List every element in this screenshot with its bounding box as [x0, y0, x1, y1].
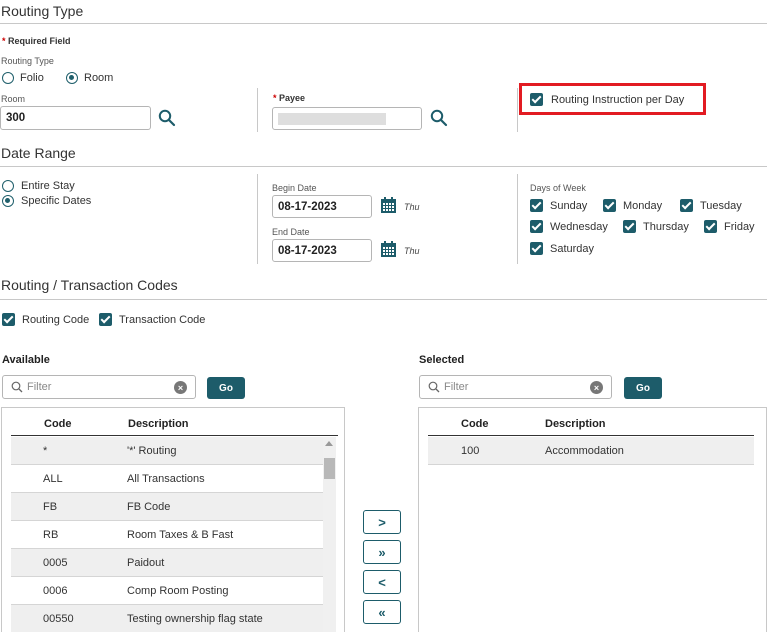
radio-icon	[2, 180, 14, 192]
checkbox-checked-icon	[530, 242, 543, 255]
checkbox-checked-icon	[603, 199, 616, 212]
date-range-title: Date Range	[1, 145, 76, 161]
begin-date-label: Begin Date	[272, 183, 317, 193]
selected-filter-input[interactable]: Filter ×	[419, 375, 612, 399]
checkbox-checked-icon	[530, 220, 543, 233]
column-header-code[interactable]: Code	[461, 418, 489, 430]
end-date-label: End Date	[272, 227, 310, 237]
checkbox-thursday[interactable]: Thursday	[623, 220, 689, 233]
scroll-up-arrow-icon[interactable]	[325, 441, 333, 446]
payee-label: * Payee	[273, 93, 306, 103]
routing-type-title: Routing Type	[1, 3, 84, 19]
calendar-icon[interactable]	[380, 197, 397, 214]
available-table: Code Description * '*' Routing ALL All Tra…	[1, 407, 345, 632]
days-of-week-label: Days of Week	[530, 183, 586, 193]
checkbox-checked-icon	[623, 220, 636, 233]
room-search-icon[interactable]	[158, 109, 176, 127]
move-all-left-button[interactable]: «	[363, 600, 401, 624]
checkbox-sunday[interactable]: Sunday	[530, 199, 587, 212]
available-go-button[interactable]: Go	[207, 377, 245, 399]
column-header-description[interactable]: Description	[545, 418, 606, 430]
table-row[interactable]: * '*' Routing	[11, 437, 323, 465]
payee-input[interactable]	[272, 107, 422, 130]
search-icon	[428, 381, 440, 393]
table-row[interactable]: 0005 Paidout	[11, 549, 323, 577]
move-left-button[interactable]: <	[363, 570, 401, 594]
clear-icon[interactable]: ×	[590, 381, 603, 394]
scrollbar-thumb[interactable]	[324, 458, 335, 479]
radio-room[interactable]: Room	[66, 72, 113, 84]
radio-folio[interactable]: Folio	[2, 72, 44, 84]
header-divider	[428, 435, 754, 436]
redacted-block	[278, 112, 386, 125]
divider	[517, 174, 518, 264]
radio-entire-stay[interactable]: Entire Stay	[2, 180, 75, 192]
radio-specific-dates[interactable]: Specific Dates	[2, 195, 91, 207]
begin-day: Thu	[404, 202, 420, 212]
checkbox-wednesday[interactable]: Wednesday	[530, 220, 608, 233]
radio-selected-icon	[66, 72, 78, 84]
end-date-input[interactable]: 08-17-2023	[272, 239, 372, 262]
divider	[0, 166, 767, 167]
column-header-description[interactable]: Description	[128, 418, 189, 430]
highlight-box	[519, 83, 706, 115]
radio-selected-icon	[2, 195, 14, 207]
header-divider	[11, 435, 338, 436]
required-note: * Required Field	[2, 36, 71, 46]
move-right-button[interactable]: >	[363, 510, 401, 534]
divider	[0, 23, 767, 24]
available-filter-input[interactable]: Filter ×	[2, 375, 196, 399]
divider	[257, 174, 258, 264]
room-input[interactable]: 300	[0, 106, 151, 130]
checkbox-routing-code[interactable]: Routing Code	[2, 313, 89, 326]
calendar-icon[interactable]	[380, 241, 397, 258]
checkbox-saturday[interactable]: Saturday	[530, 242, 594, 255]
divider	[257, 88, 258, 132]
table-row[interactable]: ALL All Transactions	[11, 465, 323, 493]
move-all-right-button[interactable]: »	[363, 540, 401, 564]
checkbox-checked-icon	[99, 313, 112, 326]
end-day: Thu	[404, 246, 420, 256]
checkbox-checked-icon	[2, 313, 15, 326]
search-icon	[11, 381, 23, 393]
selected-table: Code Description 100 Accommodation	[418, 407, 767, 632]
divider	[517, 88, 518, 132]
selected-go-button[interactable]: Go	[624, 377, 662, 399]
begin-date-input[interactable]: 08-17-2023	[272, 195, 372, 218]
clear-icon[interactable]: ×	[174, 381, 187, 394]
selected-title: Selected	[419, 354, 465, 366]
checkbox-checked-icon	[704, 220, 717, 233]
checkbox-monday[interactable]: Monday	[603, 199, 662, 212]
checkbox-transaction-code[interactable]: Transaction Code	[99, 313, 205, 326]
checkbox-checked-icon	[530, 199, 543, 212]
table-row[interactable]: 100 Accommodation	[428, 437, 754, 465]
checkbox-checked-icon	[680, 199, 693, 212]
room-label: Room	[1, 94, 26, 104]
checkbox-friday[interactable]: Friday	[704, 220, 755, 233]
table-row[interactable]: FB FB Code	[11, 493, 323, 521]
radio-icon	[2, 72, 14, 84]
checkbox-tuesday[interactable]: Tuesday	[680, 199, 742, 212]
table-row[interactable]: 0006 Comp Room Posting	[11, 577, 323, 605]
divider	[0, 299, 767, 300]
table-row[interactable]: RB Room Taxes & B Fast	[11, 521, 323, 549]
available-title: Available	[2, 354, 50, 366]
table-row[interactable]: 00550 Testing ownership flag state	[11, 605, 323, 632]
payee-search-icon[interactable]	[430, 109, 448, 127]
routing-type-label: Routing Type	[1, 56, 54, 66]
codes-title: Routing / Transaction Codes	[1, 277, 178, 293]
column-header-code[interactable]: Code	[44, 418, 72, 430]
